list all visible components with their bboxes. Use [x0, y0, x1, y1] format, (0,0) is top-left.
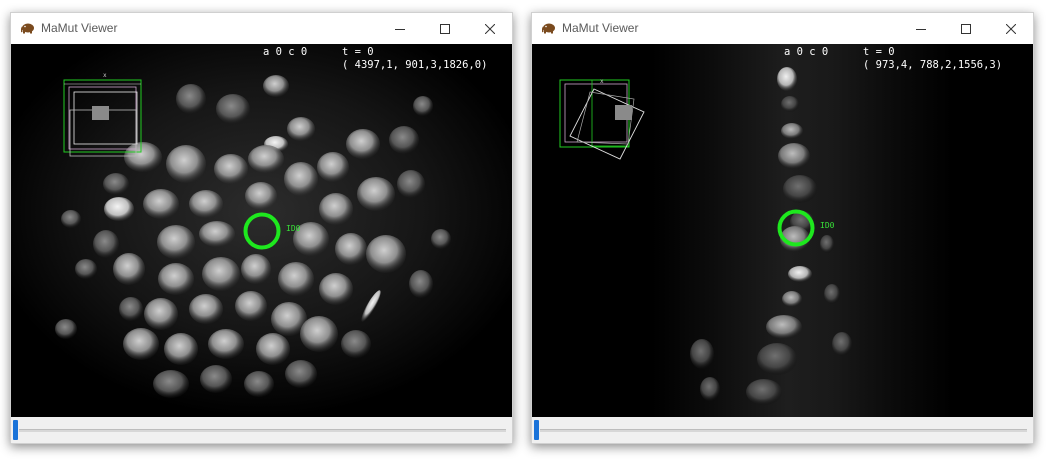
timepoint-label: t = 0	[863, 46, 895, 58]
title-bar[interactable]: MaMut Viewer	[11, 13, 512, 44]
mamut-viewer-window-2: MaMut Viewer x a 0 c 0 t = 0 (973,4, 78…	[531, 12, 1034, 444]
window-title: MaMut Viewer	[562, 21, 639, 35]
title-bar[interactable]: MaMut Viewer	[532, 13, 1033, 44]
close-icon	[1005, 23, 1016, 34]
minimize-button[interactable]	[377, 13, 422, 44]
timepoint-slider-track[interactable]	[540, 429, 1027, 432]
track-spot-label: ID0	[820, 221, 835, 230]
svg-text:x: x	[103, 72, 107, 79]
mouse-coordinates: ( 973,4, 788,2,1556,3)	[863, 59, 1003, 71]
maximize-icon	[960, 23, 971, 34]
source-channel-info: a 0 c 0	[263, 46, 308, 58]
close-icon	[484, 23, 495, 34]
maximize-button[interactable]	[422, 13, 467, 44]
source-channel-info: a 0 c 0	[784, 46, 829, 58]
timepoint-label: t = 0	[342, 46, 374, 58]
svg-text:x: x	[600, 78, 604, 85]
image-viewport[interactable]: x a 0 c 0 t = 0 ( 973,4, 788,2,1556,3) I…	[532, 44, 1033, 417]
close-button[interactable]	[988, 13, 1033, 44]
timepoint-slider-thumb[interactable]	[13, 420, 18, 440]
mouse-coordinates: ( 4397,1, 901,3,1826,0)	[342, 59, 488, 71]
timepoint-slider-thumb[interactable]	[534, 420, 539, 440]
mamut-elephant-icon	[542, 23, 555, 34]
track-spot-label: ID0	[286, 224, 301, 233]
timepoint-slider-bar	[532, 417, 1033, 443]
timepoint-slider-bar	[11, 417, 512, 443]
maximize-button[interactable]	[943, 13, 988, 44]
timepoint-slider-track[interactable]	[19, 429, 506, 432]
minimize-icon	[915, 28, 926, 30]
minimize-button[interactable]	[898, 13, 943, 44]
window-title: MaMut Viewer	[41, 21, 118, 35]
minimize-icon	[394, 28, 405, 30]
mamut-elephant-icon	[21, 23, 34, 34]
maximize-icon	[439, 23, 450, 34]
close-button[interactable]	[467, 13, 512, 44]
track-spot-marker[interactable]	[776, 208, 816, 248]
mamut-viewer-window-1: MaMut Viewer x a 0 c 0 t = 0 (4397,1, 9…	[10, 12, 513, 444]
image-viewport[interactable]: x a 0 c 0 t = 0 ( 4397,1, 901,3,1826,0) …	[11, 44, 512, 417]
track-spot-marker[interactable]	[242, 211, 282, 251]
